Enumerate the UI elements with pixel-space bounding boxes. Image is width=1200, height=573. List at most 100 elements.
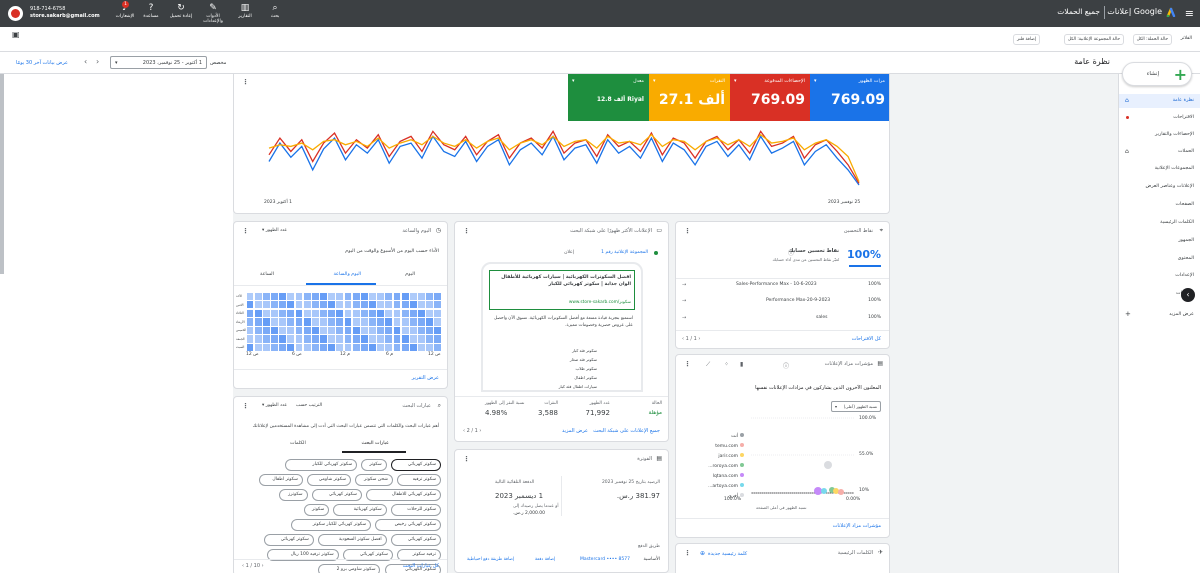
- heatmap-cell[interactable]: [271, 343, 278, 352]
- heatmap-cell[interactable]: [262, 292, 270, 300]
- show-last-30-link[interactable]: عرض بيانات آخر 30 يومًا: [16, 60, 68, 66]
- heatmap-cell[interactable]: [254, 309, 262, 317]
- heatmap-cell[interactable]: [303, 343, 311, 352]
- nav-item-adgroups[interactable]: المجموعات الإعلانية: [1155, 166, 1194, 171]
- heatmap-cell[interactable]: [352, 292, 360, 300]
- reports-tool[interactable]: ▥ التقارير: [232, 3, 258, 19]
- opt-row-name[interactable]: Performance Max-20-9-2023: [766, 298, 830, 303]
- heatmap-cell[interactable]: [262, 318, 270, 326]
- heatmap-cell[interactable]: [311, 326, 319, 335]
- heatmap-cell[interactable]: [311, 343, 319, 352]
- search-term-chip[interactable]: سكوتر ترفيه: [396, 474, 441, 486]
- search-term-chip[interactable]: سكوتر: [303, 504, 330, 516]
- heatmap-cell[interactable]: [418, 343, 425, 352]
- heatmap-cell[interactable]: [352, 326, 360, 335]
- metric-clicks[interactable]: النقرات ▾ 27.1 ألف: [649, 74, 730, 121]
- heatmap-cell[interactable]: [377, 292, 385, 300]
- help-icon[interactable]: ⓘ: [788, 248, 794, 257]
- heatmap-cell[interactable]: [295, 318, 303, 326]
- heatmap-cell[interactable]: [336, 292, 344, 300]
- heatmap-cell[interactable]: [246, 318, 254, 326]
- heatmap-cell[interactable]: [254, 318, 262, 326]
- scatter-point[interactable]: [814, 487, 822, 495]
- tab-keywords[interactable]: الكلمات: [290, 441, 306, 446]
- heatmap-cell[interactable]: [385, 309, 393, 317]
- nav-item-recommendations[interactable]: الاقتراحات: [1173, 115, 1194, 120]
- refresh-tool[interactable]: ↻ إعادة تحميل: [168, 3, 194, 19]
- heatmap-cell[interactable]: [434, 318, 442, 326]
- heatmap-cell[interactable]: [360, 326, 368, 335]
- search-term-chip[interactable]: سكوتر اطفال: [258, 474, 303, 486]
- heatmap-cell[interactable]: [279, 343, 287, 352]
- heatmap-cell[interactable]: [246, 326, 254, 335]
- heatmap-cell[interactable]: [336, 326, 344, 335]
- heatmap-cell[interactable]: [336, 309, 344, 317]
- more-options-icon[interactable]: ⋮: [463, 455, 470, 463]
- more-options-icon[interactable]: ⋮: [684, 549, 691, 557]
- previous-period-icon[interactable]: ‹: [84, 57, 87, 66]
- search-term-chip[interactable]: سكوتر كهربائي: [390, 459, 441, 471]
- help-icon[interactable]: ⓘ: [783, 361, 789, 370]
- heatmap-cell[interactable]: [287, 309, 295, 317]
- heatmap-cell[interactable]: [254, 343, 262, 352]
- nav-item-campaigns[interactable]: الحملات: [1178, 149, 1194, 154]
- search-term-chip[interactable]: افضل سكوتر السعودية: [317, 534, 387, 546]
- heatmap-cell[interactable]: [328, 326, 336, 335]
- heatmap-cell[interactable]: [409, 309, 417, 317]
- heatmap-cell[interactable]: [328, 335, 336, 343]
- more-options-icon[interactable]: ⋮: [242, 402, 249, 410]
- heatmap-cell[interactable]: [352, 318, 360, 326]
- heatmap-cell[interactable]: [344, 292, 352, 300]
- heatmap-cell[interactable]: [426, 301, 434, 309]
- pager[interactable]: ‹ 2 / 1 ›: [463, 428, 481, 434]
- heatmap-cell[interactable]: [385, 335, 393, 343]
- heatmap-cell[interactable]: [295, 292, 303, 300]
- heatmap-cell[interactable]: [271, 301, 278, 309]
- heatmap-cell[interactable]: [254, 326, 262, 335]
- opt-row-name[interactable]: Sales-Performance Max - 10-6-2023: [736, 282, 817, 287]
- bar-chart-icon[interactable]: ▮: [740, 361, 743, 368]
- heatmap-cell[interactable]: [254, 301, 262, 309]
- heatmap-cell[interactable]: [262, 326, 270, 335]
- tab-hour[interactable]: الساعة: [260, 272, 274, 277]
- heatmap-cell[interactable]: [385, 343, 393, 352]
- heatmap-cell[interactable]: [434, 343, 442, 352]
- heatmap-cell[interactable]: [295, 301, 303, 309]
- heatmap-cell[interactable]: [418, 301, 425, 309]
- heatmap-cell[interactable]: [271, 326, 278, 335]
- next-period-icon[interactable]: ›: [96, 57, 99, 66]
- heatmap-cell[interactable]: [360, 343, 368, 352]
- more-options-icon[interactable]: ⋮: [684, 360, 691, 368]
- heatmap-cell[interactable]: [303, 335, 311, 343]
- scrollbar[interactable]: [0, 74, 4, 274]
- more-options-icon[interactable]: ⋮: [684, 227, 691, 235]
- search-term-chip[interactable]: سكوترز: [279, 489, 308, 501]
- nav-item-ads[interactable]: الإعلانات وعناصر العرض: [1145, 184, 1194, 189]
- heatmap-cell[interactable]: [328, 309, 336, 317]
- scatter-point[interactable]: [821, 488, 827, 494]
- sitelink[interactable]: سكوتر فئة صغار: [559, 355, 597, 364]
- heatmap-cell[interactable]: [409, 318, 417, 326]
- heatmap-cell[interactable]: [271, 318, 278, 326]
- collapse-nav-button[interactable]: ‹: [1181, 288, 1195, 302]
- search-term-chip[interactable]: سكوتر شاومي: [306, 474, 351, 486]
- account-info[interactable]: 918-714-6758 store.sakarb@gmail.com: [30, 6, 100, 20]
- heatmap-cell[interactable]: [254, 292, 262, 300]
- heatmap-cell[interactable]: [271, 335, 278, 343]
- heatmap-cell[interactable]: [303, 309, 311, 317]
- heatmap-cell[interactable]: [360, 318, 368, 326]
- heatmap-cell[interactable]: [344, 335, 352, 343]
- nav-item-pages[interactable]: الصفحات: [1176, 202, 1194, 207]
- heatmap-cell[interactable]: [369, 343, 376, 352]
- heatmap-cell[interactable]: [254, 335, 262, 343]
- heatmap-cell[interactable]: [377, 335, 385, 343]
- heatmap-cell[interactable]: [328, 301, 336, 309]
- heatmap-cell[interactable]: [352, 335, 360, 343]
- heatmap-cell[interactable]: [336, 318, 344, 326]
- more-options-icon[interactable]: ⋮: [242, 78, 249, 86]
- heatmap-cell[interactable]: [418, 309, 425, 317]
- sort-selector[interactable]: الترتيب حسب: [296, 403, 322, 408]
- heatmap-cell[interactable]: [344, 326, 352, 335]
- heatmap-cell[interactable]: [360, 301, 368, 309]
- view-report-link[interactable]: عرض التقرير: [412, 375, 439, 381]
